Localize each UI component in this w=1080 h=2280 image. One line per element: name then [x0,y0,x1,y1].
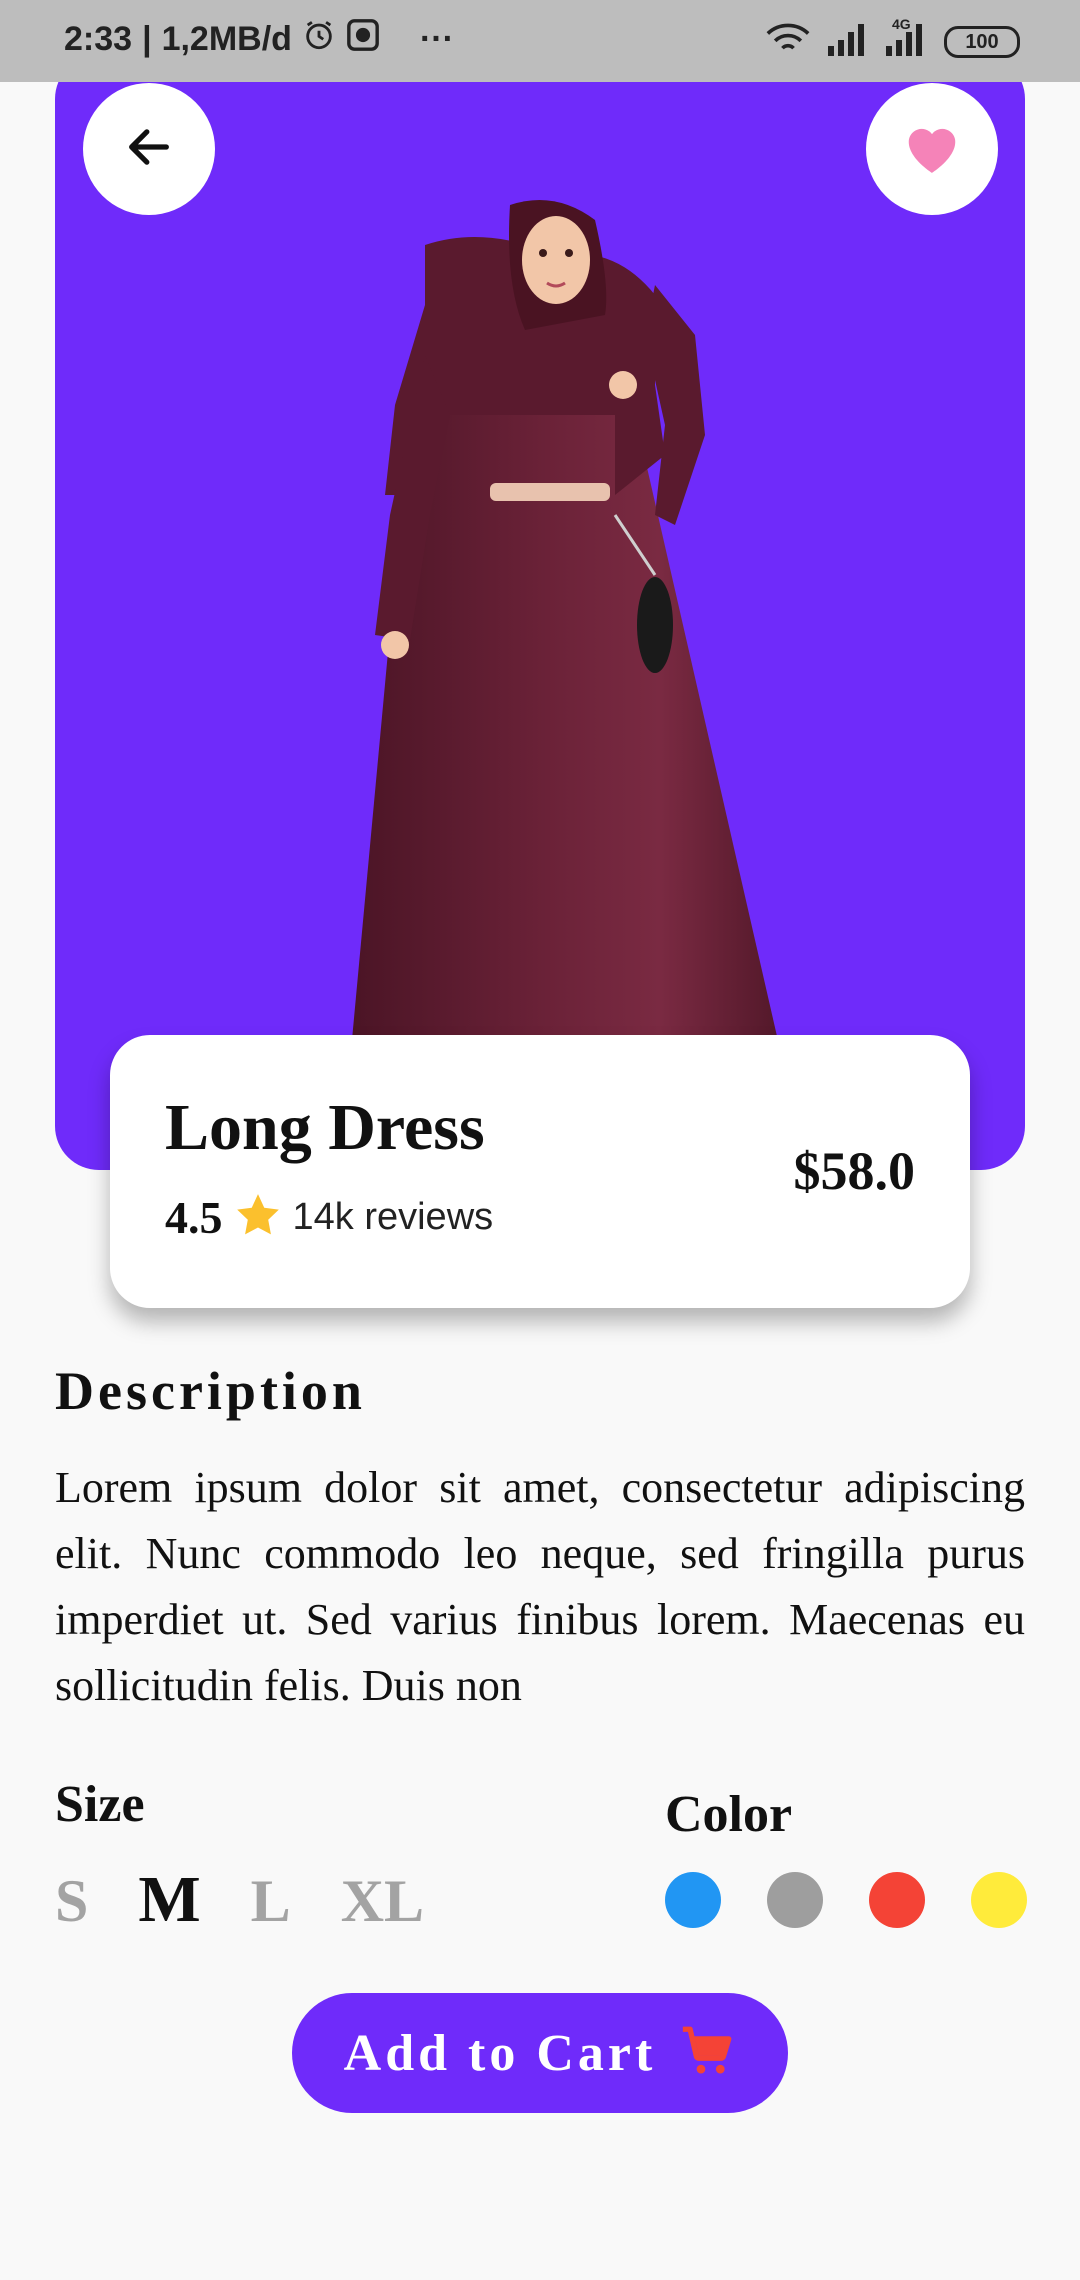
alarm-icon [302,18,336,61]
star-icon [233,1190,283,1245]
product-name: Long Dress [165,1091,485,1164]
size-option-m[interactable]: M [138,1862,200,1938]
signal-4g-icon: 4G [886,16,926,61]
product-info-card: Long Dress 4.5 14k reviews $58.0 [110,1035,970,1308]
color-options [665,1872,1027,1928]
rating-value: 4.5 [165,1192,223,1243]
shopping-cart-icon [678,2022,736,2085]
favorite-button[interactable] [866,83,998,215]
back-button[interactable] [83,83,215,215]
review-count[interactable]: 14k reviews [293,1196,494,1239]
color-swatch-red[interactable] [869,1872,925,1928]
status-left: 2:33 | 1,2MB/d ··· [64,18,454,61]
product-hero [55,55,1025,1170]
status-time: 2:33 [64,20,133,58]
color-swatch-blue[interactable] [665,1872,721,1928]
status-more: ··· [419,20,454,58]
wifi-icon [766,22,810,61]
size-options: S M L XL [55,1862,424,1938]
add-to-cart-button[interactable]: Add to Cart [292,1993,788,2113]
description-text: Lorem ipsum dolor sit amet, consectetur … [55,1463,1025,1710]
signal-icon [828,22,868,61]
battery-indicator: 100 [944,25,1020,58]
status-bar: 2:33 | 1,2MB/d ··· 4G 100 [0,0,1080,82]
camera-record-icon [346,18,380,61]
product-price: $58.0 [793,1141,916,1201]
size-option-l[interactable]: L [251,1867,291,1936]
size-option-s[interactable]: S [55,1867,88,1936]
rating-row: 4.5 14k reviews [165,1190,493,1245]
status-net-speed: 1,2MB/d [161,20,292,58]
color-swatch-grey[interactable] [767,1872,823,1928]
arrow-left-icon [123,121,175,178]
network-type: 4G [892,16,911,32]
heart-icon [901,118,963,181]
status-right: 4G 100 [766,16,1020,61]
color-title: Color [665,1786,793,1843]
description-title: Description [55,1361,366,1421]
size-title: Size [55,1776,145,1833]
color-swatch-yellow[interactable] [971,1872,1027,1928]
product-image [345,200,795,1115]
size-option-xl[interactable]: XL [341,1867,424,1936]
add-to-cart-label: Add to Cart [343,2024,657,2082]
